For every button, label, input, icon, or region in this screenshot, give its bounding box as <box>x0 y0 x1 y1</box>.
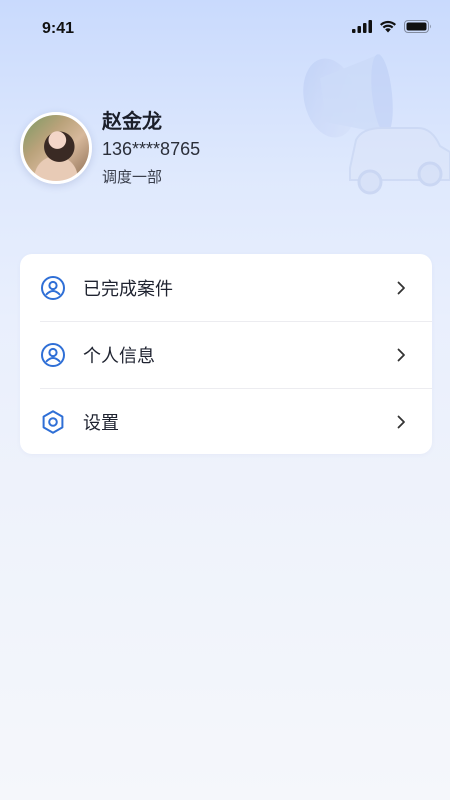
menu-label-completed-cases: 已完成案件 <box>83 278 173 300</box>
chevron-right-icon <box>397 348 405 361</box>
user-phone: 136****8765 <box>102 139 201 159</box>
megaphone-car-illustration <box>303 54 450 195</box>
menu-label-settings: 设置 <box>83 412 119 434</box>
menu-label-personal-info: 个人信息 <box>83 345 155 367</box>
menu-item-personal-info[interactable]: 个人信息 <box>20 321 432 388</box>
hexagon-settings-icon <box>40 409 66 435</box>
user-name: 赵金龙 <box>102 109 162 133</box>
signal-icon <box>352 20 372 33</box>
user-circle-icon <box>40 342 66 368</box>
status-icons <box>352 20 432 33</box>
chevron-right-icon <box>397 415 405 428</box>
menu-card: 已完成案件 个人信息 设置 <box>20 254 432 454</box>
battery-icon <box>404 20 431 33</box>
profile-header: 赵金龙 136****8765 调度一部 <box>20 108 200 188</box>
menu-item-completed-cases[interactable]: 已完成案件 <box>20 254 432 321</box>
user-department: 调度一部 <box>102 168 163 186</box>
chevron-right-icon <box>397 281 405 294</box>
status-time: 9:41 <box>42 20 75 37</box>
profile-info: 赵金龙 136****8765 调度一部 <box>102 108 200 188</box>
avatar[interactable] <box>20 112 92 184</box>
menu-item-settings[interactable]: 设置 <box>20 388 432 455</box>
wifi-icon <box>380 20 396 33</box>
user-circle-icon <box>40 275 66 301</box>
